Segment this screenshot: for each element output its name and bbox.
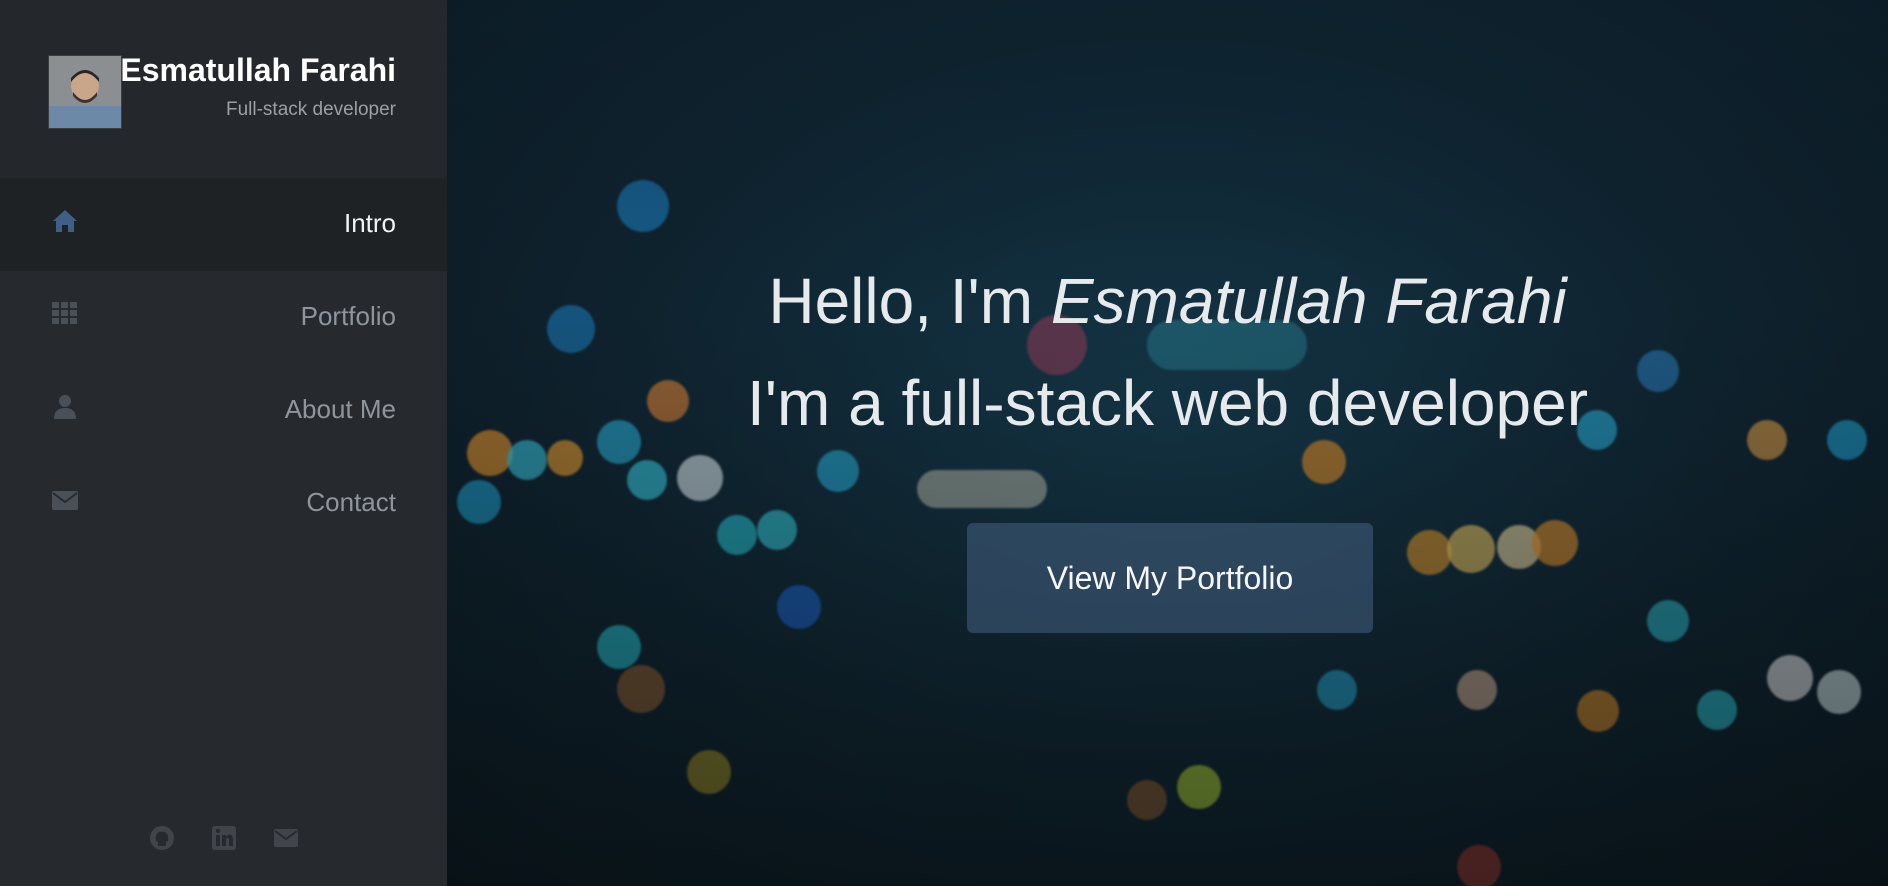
linkedin-icon[interactable] (210, 824, 238, 852)
hero-greeting-prefix: Hello, I'm (768, 265, 1051, 337)
hero-content: Hello, I'm Esmatullah Farahi I'm a full-… (447, 0, 1888, 886)
social-links (0, 824, 447, 856)
view-portfolio-button[interactable]: View My Portfolio (967, 523, 1373, 633)
sidebar: Esmatullah Farahi Full-stack developer I… (0, 0, 447, 886)
sidebar-item-label: Portfolio (300, 301, 396, 331)
envelope-icon[interactable] (272, 824, 300, 852)
home-icon (50, 206, 80, 236)
avatar (48, 55, 122, 129)
user-icon (50, 392, 80, 422)
hero-subtitle: I'm a full-stack web developer (746, 367, 1589, 439)
hero-greeting: Hello, I'm Esmatullah Farahi (447, 264, 1888, 338)
sidebar-nav: Intro Portfolio About Me Contact (0, 178, 447, 550)
profile-header: Esmatullah Farahi Full-stack developer (0, 0, 447, 178)
grid-icon (50, 299, 80, 329)
sidebar-item-portfolio[interactable]: Portfolio (0, 271, 447, 364)
hero-section: Hello, I'm Esmatullah Farahi I'm a full-… (447, 0, 1888, 886)
sidebar-item-intro[interactable]: Intro (0, 178, 447, 271)
sidebar-item-label: About Me (284, 394, 396, 424)
envelope-icon (50, 485, 80, 515)
profile-name: Esmatullah Farahi (120, 52, 396, 88)
sidebar-item-label: Intro (343, 208, 396, 238)
hero-name: Esmatullah Farahi (1050, 265, 1567, 337)
github-icon[interactable] (148, 824, 176, 852)
sidebar-item-contact[interactable]: Contact (0, 457, 447, 550)
profile-role: Full-stack developer (225, 99, 396, 120)
sidebar-item-about-me[interactable]: About Me (0, 364, 447, 457)
sidebar-item-label: Contact (306, 487, 396, 517)
